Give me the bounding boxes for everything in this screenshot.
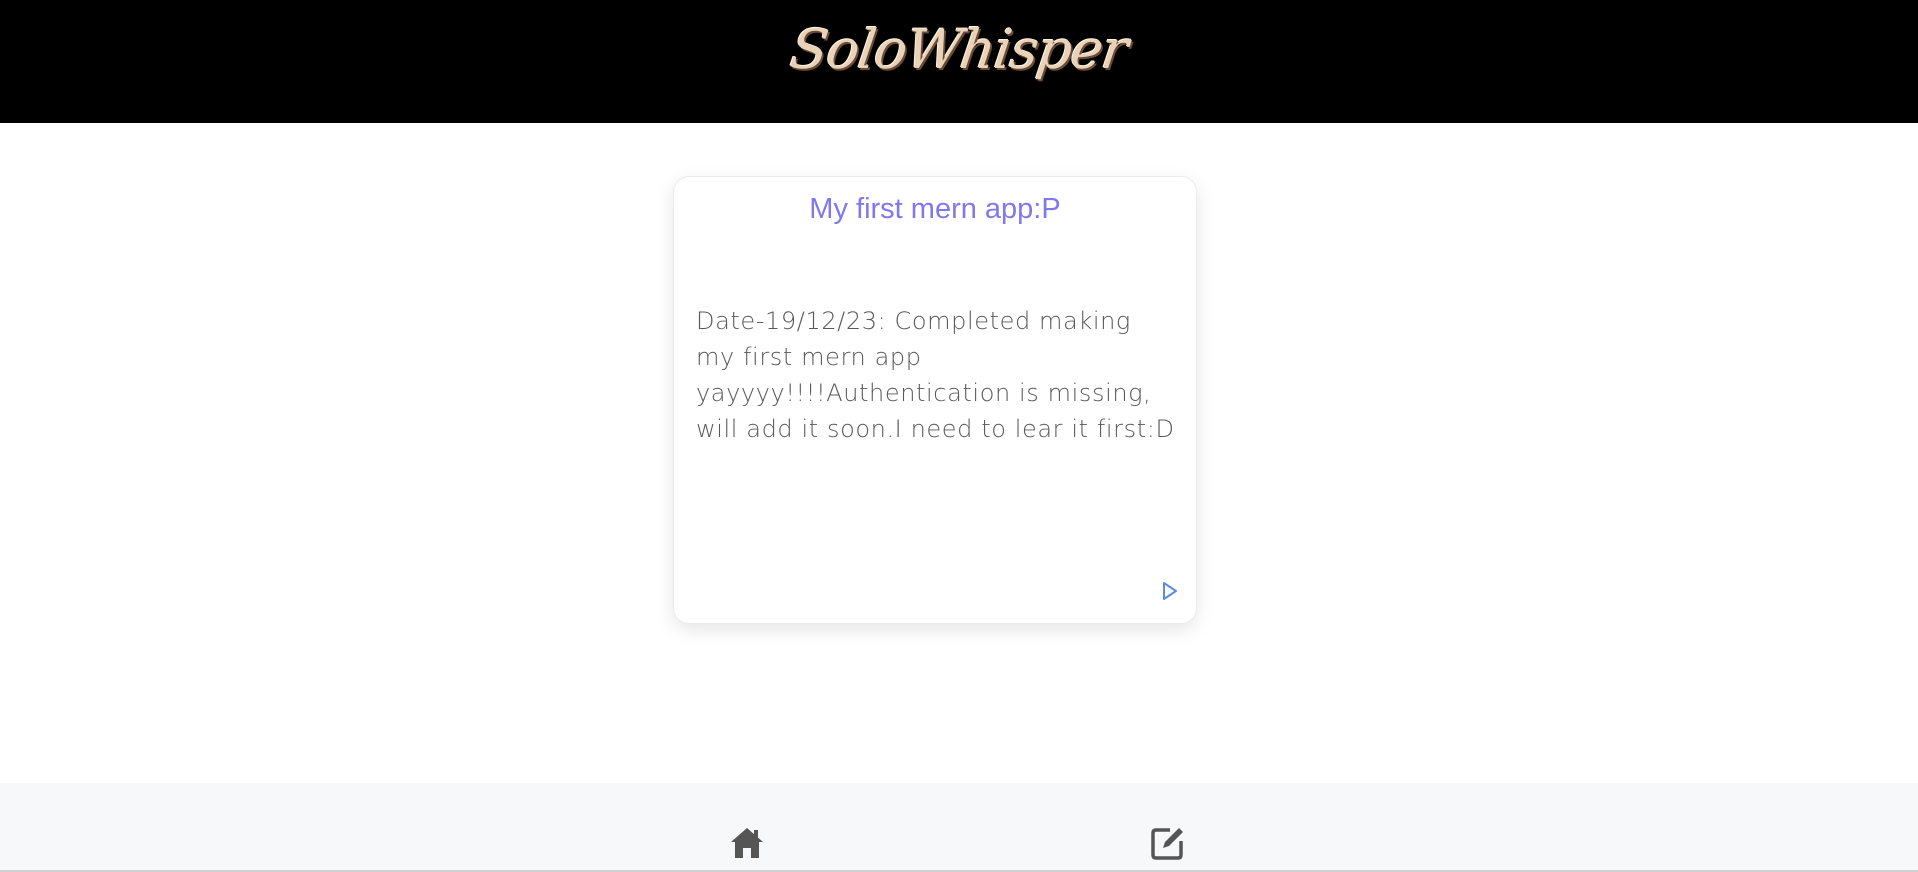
bottom-nav (0, 783, 1918, 872)
edit-icon[interactable] (1150, 825, 1186, 861)
entry-body: Date-19/12/23: Completed making my first… (696, 307, 1175, 443)
journal-entry-card[interactable]: My first mern app:P Date-19/12/23: Compl… (673, 176, 1197, 624)
entry-title: My first mern app:P (809, 193, 1061, 225)
home-icon[interactable] (729, 825, 765, 861)
app-header: SoloWhisper (0, 0, 1918, 123)
app-logo[interactable]: SoloWhisper (0, 18, 1918, 81)
play-triangle-icon[interactable] (1160, 581, 1180, 601)
